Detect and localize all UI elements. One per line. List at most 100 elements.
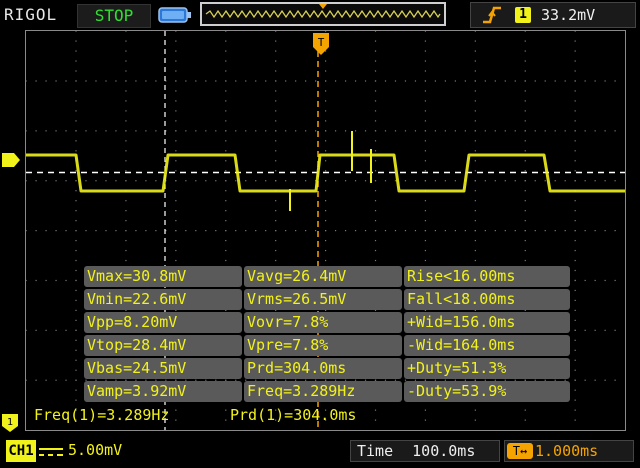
grid-dot (474, 70, 476, 72)
delay-icon: T↔ (507, 443, 533, 459)
grid-dot (275, 150, 277, 152)
grid-dot (594, 80, 596, 82)
grid-dot (474, 249, 476, 252)
timebase-setting[interactable]: Time 100.0ms (350, 440, 500, 462)
grid-dot (55, 180, 57, 182)
grid-dot (75, 389, 77, 391)
grid-dot (574, 349, 576, 351)
grid-dot (454, 130, 456, 132)
grid-dot (344, 230, 347, 232)
grid-dot (394, 80, 397, 82)
grid-dot (225, 70, 227, 72)
measurement-vtop: Vtop=28.4mV (84, 335, 242, 356)
measurement-vpre: Vpre=7.8% (244, 335, 402, 356)
memory-position-bar[interactable] (200, 2, 446, 26)
grid-dot (85, 80, 87, 82)
grid-dot (325, 160, 327, 162)
grid-dot (374, 259, 377, 262)
grid-dot (594, 130, 596, 132)
channel-1-offset-marker[interactable] (0, 150, 24, 174)
grid-dot (75, 399, 77, 401)
grid-dot (185, 230, 187, 232)
grid-dot (594, 379, 596, 381)
grid-dot (524, 40, 526, 42)
grid-dot (374, 200, 377, 202)
grid-dot (584, 329, 586, 331)
grid-dot (45, 279, 47, 282)
grid-dot (374, 170, 377, 172)
grid-dot (524, 200, 526, 202)
grid-dot (564, 230, 566, 232)
grid-dot (574, 140, 576, 142)
grid-dot (305, 130, 307, 132)
grid-dot (374, 419, 377, 421)
grid-dot (75, 339, 77, 341)
grid-dot (255, 80, 257, 82)
grid-dot (275, 259, 277, 262)
grid-dot (75, 170, 77, 172)
grid-dot (594, 180, 596, 182)
grid-dot (275, 60, 277, 62)
horizontal-delay-setting[interactable]: T↔ 1.000ms (504, 440, 634, 462)
grid-dot (424, 200, 427, 202)
grid-dot (35, 379, 37, 381)
grid-dot (75, 200, 77, 202)
grid-dot (424, 409, 427, 411)
grid-dot (75, 319, 77, 321)
grid-dot (374, 220, 377, 222)
grid-dot (75, 230, 77, 232)
grid-dot (514, 130, 516, 132)
trigger-settings[interactable]: 1 33.2mV (470, 2, 636, 28)
grid-dot (574, 40, 576, 42)
grid-dot (25, 279, 27, 282)
grid-dot (574, 80, 576, 82)
grid-dot (45, 230, 47, 232)
grid-dot (474, 60, 476, 62)
grid-dot (175, 419, 177, 421)
grid-dot (424, 239, 427, 242)
grid-dot (225, 220, 227, 222)
grid-dot (225, 239, 227, 242)
grid-dot (35, 80, 37, 82)
grid-dot (125, 40, 127, 42)
grid-dot (245, 130, 247, 132)
grid-dot (434, 180, 437, 182)
grid-dot (325, 249, 327, 252)
grid-dot (125, 259, 127, 262)
run-stop-status[interactable]: STOP (77, 4, 151, 28)
channel-1-settings[interactable]: CH1 5.00mV (6, 440, 140, 462)
grid-dot (225, 160, 227, 162)
grid-dot (424, 130, 427, 132)
grid-dot (474, 110, 476, 112)
measurement-row: Vamp=3.92mV Freq=3.289Hz -Duty=53.9% (84, 381, 572, 403)
grid-dot (55, 279, 57, 282)
grid-dot (75, 220, 77, 222)
grid-dot (225, 200, 227, 202)
grid-dot (524, 409, 526, 411)
period-readout: Prd(1)=304.0ms (230, 406, 357, 424)
grid-dot (295, 80, 297, 82)
grid-dot (175, 130, 177, 132)
grid-dot (374, 100, 377, 102)
grid-dot (115, 80, 117, 82)
grid-dot (175, 200, 177, 202)
grid-dot (604, 80, 606, 82)
grid-dot (125, 180, 127, 182)
grid-dot (225, 409, 227, 411)
grid-dot (474, 190, 476, 192)
grid-dot (594, 329, 596, 331)
grid-dot (235, 230, 237, 232)
measurement-neg-width: -Wid=164.0ms (404, 335, 570, 356)
grid-dot (614, 230, 616, 232)
grid-dot (434, 230, 437, 232)
grid-dot (95, 230, 97, 232)
grid-dot (275, 230, 277, 232)
oscilloscope-screen: RIGOL STOP 1 33.2mV T 1 Vmax=30.8mV Vavg… (0, 0, 640, 468)
grid-dot (424, 80, 427, 82)
grid-dot (175, 210, 177, 212)
grid-dot (474, 150, 476, 152)
grid-dot (125, 160, 127, 162)
grid-dot (325, 230, 327, 232)
grid-dot (225, 140, 227, 142)
trigger-position-marker[interactable]: T (313, 33, 329, 59)
